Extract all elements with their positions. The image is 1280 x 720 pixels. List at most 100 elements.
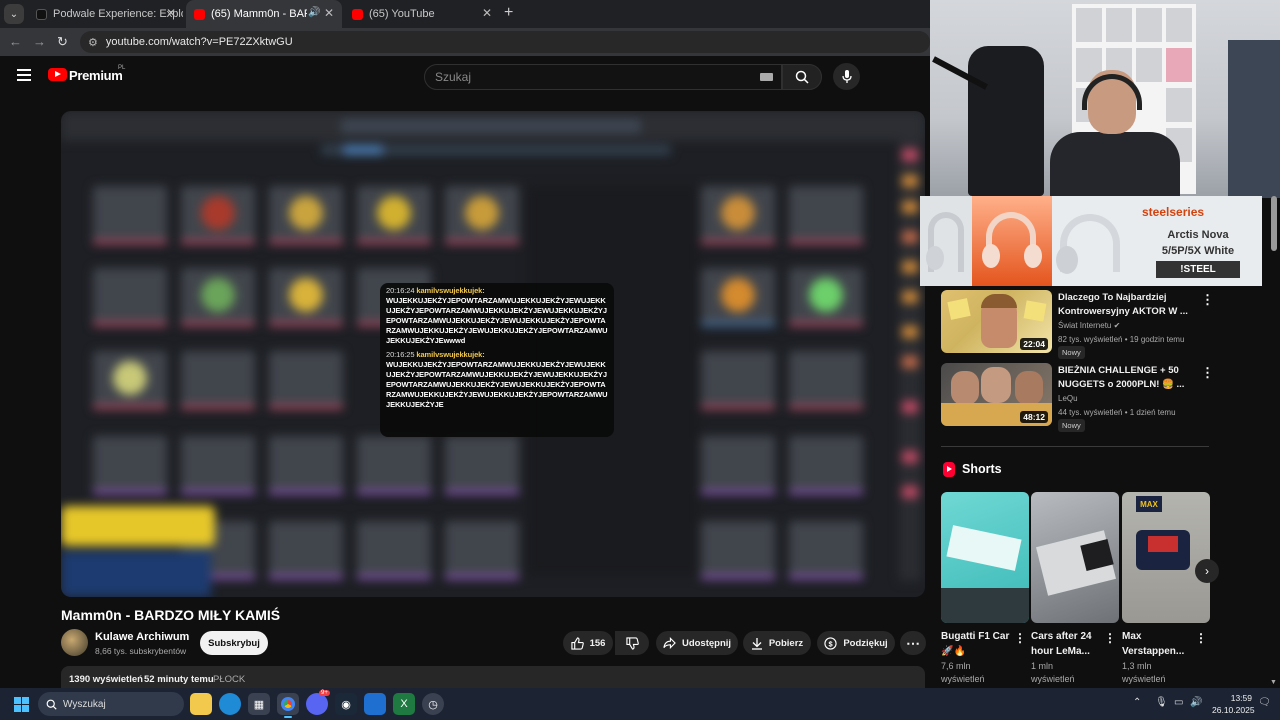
volume-icon[interactable]: 🔊 [1190,697,1202,708]
close-icon[interactable]: ✕ [482,6,492,20]
clock-time: 13:59 [1230,693,1252,703]
short-item[interactable]: MAX Max Verstappen... 1,3 mln wyświetleń… [1122,492,1210,692]
new-badge: Nowy [1058,419,1085,432]
chat-time: 20:16:24 [386,286,415,295]
more-vert-icon[interactable]: ⋮ [1195,631,1207,645]
more-actions-button[interactable]: ⋯ [900,631,926,655]
notifications-icon[interactable]: 🗨 [1258,697,1271,708]
app-icon-clock[interactable]: ◷ [422,693,444,715]
tab-search-button[interactable]: ⌄ [4,4,24,24]
video-thumbnail[interactable]: 48:12 [941,363,1052,426]
chat-message: 20:16:25 kamilvswujekkujek: WUJEKKUJEKŻY… [386,350,608,410]
video-title[interactable]: BIEŻNIA CHALLENGE + 50 NUGGETS o 2000PLN… [1058,364,1188,392]
search-input[interactable]: Szukaj [424,64,782,90]
video-duration: 48:12 [1020,411,1048,423]
publish-time: 52 minuty temu [144,674,214,685]
video-thumbnail[interactable]: 22:04 [941,290,1052,353]
scrollbar-thumb[interactable] [1271,196,1277,251]
steam-icon[interactable]: ◉ [335,693,357,715]
more-vert-icon[interactable]: ⋮ [1104,631,1116,645]
system-clock[interactable]: 13:59 26.10.2025 [1212,692,1255,716]
more-vert-icon[interactable]: ⋮ [1014,631,1026,645]
close-icon[interactable]: ✕ [166,6,176,20]
file-explorer-icon[interactable] [190,693,212,715]
country-code: PL [118,65,126,71]
chat-overlay: 20:16:24 kamilvswujekkujek: WUJEKKUJEKŻY… [380,283,614,437]
recommendation-item[interactable]: 48:12 BIEŻNIA CHALLENGE + 50 NUGGETS o 2… [941,363,1221,432]
site-settings-icon[interactable]: ⚙ [88,36,98,49]
store-icon[interactable]: ▦ [248,693,270,715]
voice-search-button[interactable] [833,63,860,90]
chat-username: kamilvswujekkujek: [416,350,485,359]
short-thumbnail[interactable] [1031,492,1119,623]
short-item[interactable]: Bugatti F1 Car 🚀🔥 7,6 mln wyświetleń ⋮ [941,492,1029,692]
taskbar-search-placeholder: Wyszukaj [63,698,106,710]
tab-mammon[interactable]: (65) Mamm0n - BARDZO MIŁY KAMIŚ 🔊 ✕ [186,0,342,28]
thanks-label: Podziękuj [843,637,888,649]
share-label: Udostępnij [681,637,732,649]
short-title[interactable]: Cars after 24 hour LeMa... [1031,629,1105,659]
tab-podwale[interactable]: Podwale Experience: Exploring ✕ [28,0,184,28]
tab-title: (65) Mamm0n - BARDZO MIŁY KAMIŚ [211,8,307,20]
short-title[interactable]: Bugatti F1 Car 🚀🔥 [941,629,1015,659]
subscriber-count: 8,66 tys. subskrybentów [95,646,187,656]
ad-banner[interactable]: steelseries Arctis Nova 5/5P/5X White !S… [920,196,1262,286]
youtube-logo-icon[interactable] [48,68,67,81]
tab-title: Podwale Experience: Exploring [53,8,183,20]
reload-icon[interactable]: ↻ [57,34,68,50]
short-thumbnail[interactable]: MAX [1122,492,1210,623]
ad-product-line1: Arctis Nova [1167,229,1229,241]
channel-avatar[interactable] [61,629,88,656]
tab-youtube[interactable]: (65) YouTube ✕ [344,0,500,28]
dislike-button[interactable] [615,631,649,655]
microphone-icon [841,69,852,83]
video-player[interactable]: 20:16:24 kamilvswujekkujek: WUJEKKUJEKŻY… [61,111,925,597]
share-button[interactable]: Udostępnij [656,631,738,655]
close-icon[interactable]: ✕ [324,6,334,20]
view-count: 1390 wyświetleń [69,674,143,685]
search-button[interactable] [782,64,822,90]
ad-cta-button[interactable]: !STEEL [1156,261,1240,278]
short-thumbnail[interactable] [941,492,1029,623]
app-icon-blue[interactable] [364,693,386,715]
tiktok-icon [36,8,47,20]
shorts-next-button[interactable]: › [1195,559,1219,583]
back-icon[interactable]: ← [9,34,22,49]
keyboard-icon[interactable] [760,73,773,81]
download-button[interactable]: Pobierz [743,631,811,655]
video-tag[interactable]: PŁOCK [213,674,245,685]
discord-icon[interactable]: 9+ [306,690,330,715]
short-title[interactable]: Max Verstappen... [1122,629,1196,659]
chevron-up-icon[interactable]: ⌃ [1133,697,1141,708]
like-button[interactable]: 156 [563,631,613,655]
brand-label[interactable]: Premium [69,68,123,83]
clock-date: 26.10.2025 [1212,705,1255,715]
recommendation-item[interactable]: 22:04 Dlaczego To Najbardziej Kontrowers… [941,290,1221,359]
channel-name[interactable]: Kulawe Archiwum [95,631,189,643]
subscribe-button[interactable]: Subskrybuj [200,631,268,655]
search-icon [46,699,57,710]
url-field[interactable]: ⚙ youtube.com/watch?v=PE72ZXktwGU [80,31,930,53]
microphone-icon[interactable]: 🎙 [1155,697,1168,708]
new-tab-button[interactable]: + [504,4,513,22]
more-vert-icon[interactable]: ⋮ [1201,292,1214,308]
speaker-icon[interactable]: 🔊 [308,7,320,18]
windows-start-icon[interactable] [14,697,29,712]
channel-name[interactable]: LeQu [1058,394,1078,403]
download-icon [751,637,762,650]
short-views-label: wyświetleń [941,674,985,684]
ad-brand: steelseries [1142,205,1205,219]
more-vert-icon[interactable]: ⋮ [1201,365,1214,381]
scroll-down-arrow[interactable]: ▼ [1270,679,1277,686]
forward-icon[interactable]: → [33,34,46,49]
short-item[interactable]: Cars after 24 hour LeMa... 1 mln wyświet… [1031,492,1119,692]
channel-name[interactable]: Świat Internetu ✔ [1058,321,1120,330]
menu-icon[interactable] [17,69,31,81]
video-title[interactable]: Dlaczego To Najbardziej Kontrowersyjny A… [1058,291,1188,319]
thanks-button[interactable]: $ Podziękuj [817,631,895,655]
excel-icon[interactable]: X [393,693,415,715]
edge-icon[interactable] [219,693,241,715]
network-icon[interactable]: ▭ [1174,697,1183,708]
taskbar-search[interactable]: Wyszukaj [38,692,184,716]
chrome-icon[interactable] [277,693,299,718]
